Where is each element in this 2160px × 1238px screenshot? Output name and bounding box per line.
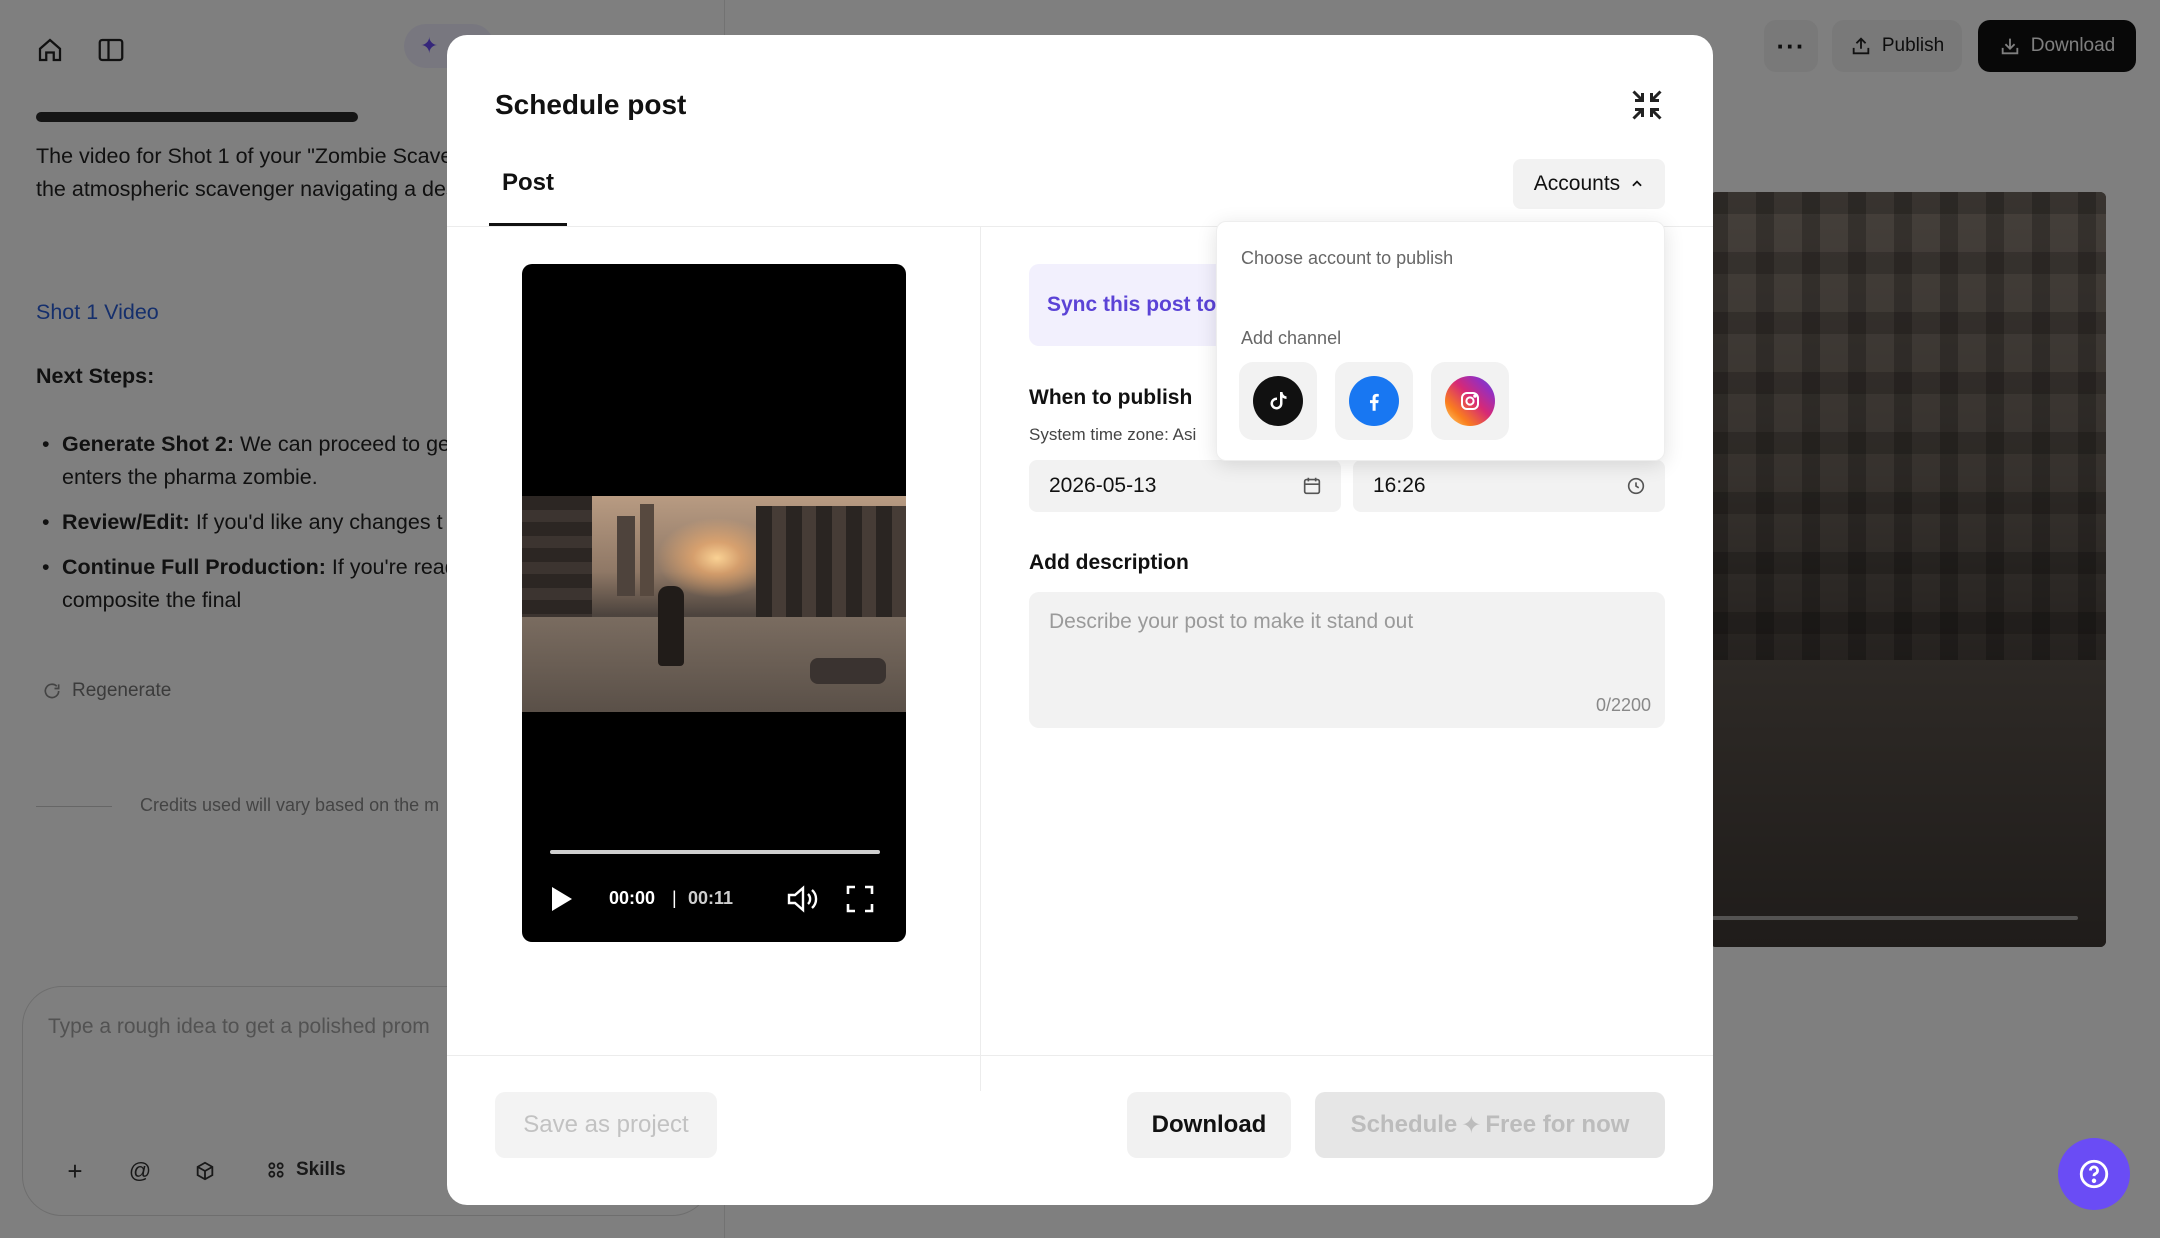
- modal-title: Schedule post: [495, 89, 687, 120]
- help-button[interactable]: [2058, 1138, 2130, 1210]
- add-channel-label: Add channel: [1241, 328, 1342, 348]
- instagram-icon: [1445, 376, 1495, 426]
- character-count: 0/2200: [1595, 695, 1651, 715]
- current-time: 00:00: [609, 888, 656, 908]
- sync-text: Sync this post to: [1047, 293, 1217, 316]
- collapse-icon[interactable]: [1629, 87, 1665, 123]
- question-icon: [2079, 1159, 2109, 1189]
- schedule-button[interactable]: Schedule ✦ Free for now: [1315, 1092, 1665, 1158]
- volume-icon[interactable]: [786, 884, 820, 914]
- accounts-dropdown: Choose account to publish Add channel: [1216, 221, 1665, 461]
- choose-account-label: Choose account to publish: [1241, 248, 1454, 268]
- tab-post[interactable]: Post: [489, 169, 567, 197]
- calendar-icon: [1303, 477, 1321, 495]
- timezone-label: System time zone: Asi: [1029, 425, 1197, 444]
- add-instagram-button[interactable]: [1431, 362, 1509, 440]
- sparkle-icon: ✦: [1461, 1111, 1482, 1139]
- facebook-icon: [1349, 376, 1399, 426]
- schedule-post-modal: Schedule post Post Accounts 00:00 | 00:1…: [447, 35, 1713, 1205]
- divider: [447, 1055, 1713, 1056]
- description-label: Add description: [1029, 551, 1189, 574]
- when-to-publish-label: When to publish: [1029, 386, 1193, 409]
- fullscreen-icon[interactable]: [845, 884, 875, 914]
- date-field[interactable]: 2026-05-13: [1029, 460, 1341, 512]
- tiktok-icon: [1253, 376, 1303, 426]
- save-as-project-button[interactable]: Save as project: [495, 1092, 717, 1158]
- video-frame: [522, 496, 906, 712]
- duration: 00:11: [688, 888, 734, 908]
- clock-icon: [1627, 477, 1645, 495]
- divider: [980, 227, 981, 1091]
- video-progress[interactable]: [550, 850, 880, 854]
- video-controls: 00:00 | 00:11: [522, 876, 906, 920]
- add-tiktok-button[interactable]: [1239, 362, 1317, 440]
- add-facebook-button[interactable]: [1335, 362, 1413, 440]
- time-field[interactable]: 16:26: [1353, 460, 1665, 512]
- accounts-button[interactable]: Accounts: [1513, 159, 1665, 209]
- chevron-up-icon: [1632, 180, 1642, 187]
- video-player[interactable]: 00:00 | 00:11: [522, 264, 906, 942]
- time-separator: |: [672, 888, 677, 908]
- download-button[interactable]: Download: [1127, 1092, 1291, 1158]
- play-icon[interactable]: [550, 886, 574, 912]
- description-input[interactable]: Describe your post to make it stand out …: [1029, 592, 1665, 728]
